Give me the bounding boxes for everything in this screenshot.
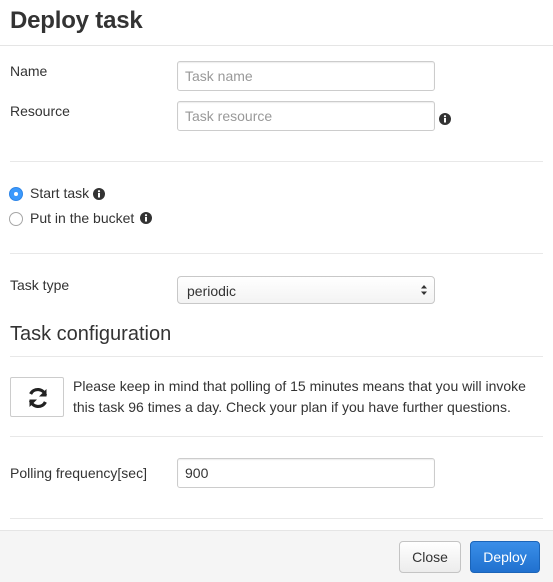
dialog-title: Deploy task [10, 7, 143, 34]
put-in-bucket-radio[interactable] [9, 212, 23, 226]
deploy-task-dialog: Deploy task Name Resource Start task Put… [0, 0, 553, 582]
divider [10, 253, 543, 254]
deploy-button[interactable]: Deploy [470, 541, 540, 573]
polling-frequency-input[interactable] [177, 458, 435, 488]
task-configuration-heading: Task configuration [10, 323, 172, 345]
polling-notice-text: Please keep in mind that polling of 15 m… [73, 378, 526, 415]
start-task-info-icon[interactable] [93, 188, 105, 200]
task-resource-input[interactable] [177, 101, 435, 131]
polling-frequency-label: Polling frequency[sec] [10, 465, 147, 481]
refresh-icon [28, 387, 48, 409]
resource-info-icon[interactable] [439, 113, 451, 125]
close-button[interactable]: Close [399, 541, 461, 573]
task-type-selected-value: periodic [187, 283, 237, 299]
divider [10, 356, 543, 357]
refresh-icon-box [10, 377, 64, 417]
select-arrows-icon [421, 285, 427, 295]
divider [10, 518, 543, 519]
name-label: Name [10, 63, 48, 79]
start-task-radio[interactable] [9, 187, 23, 201]
divider [10, 161, 543, 162]
start-task-label[interactable]: Start task [30, 185, 89, 201]
resource-label: Resource [10, 103, 70, 119]
task-type-select[interactable]: periodic [177, 276, 435, 304]
divider [10, 436, 543, 437]
task-type-label: Task type [10, 277, 70, 293]
put-in-bucket-info-icon[interactable] [140, 212, 152, 224]
dialog-header: Deploy task [0, 0, 553, 46]
put-in-bucket-label[interactable]: Put in the bucket [30, 210, 134, 226]
task-name-input[interactable] [177, 61, 435, 91]
